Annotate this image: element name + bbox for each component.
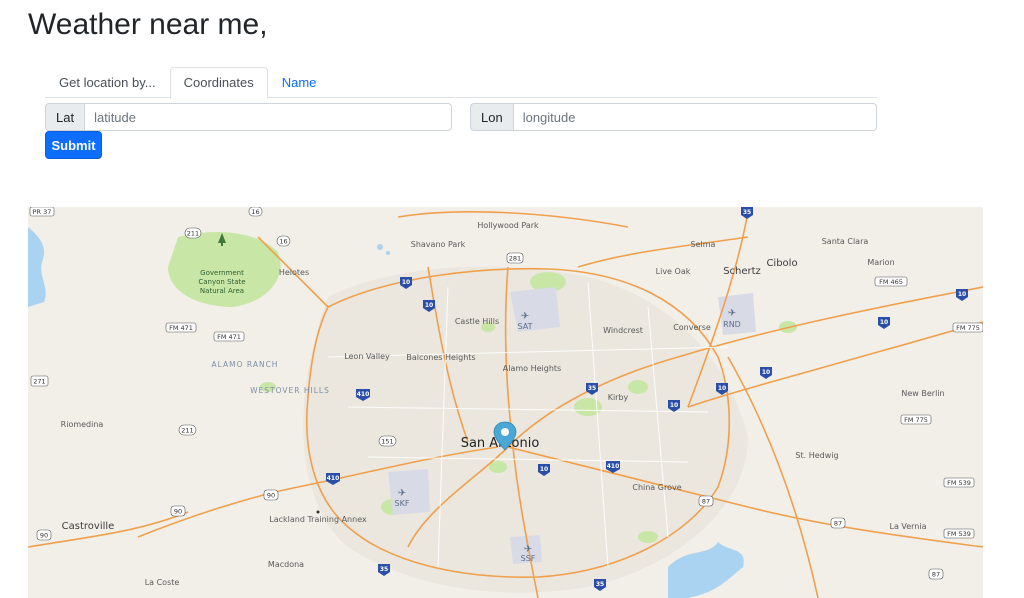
svg-text:151: 151 xyxy=(381,438,393,446)
place-new-berlin: New Berlin xyxy=(901,389,944,398)
svg-text:90: 90 xyxy=(40,532,48,540)
svg-text:10: 10 xyxy=(540,466,548,473)
location-tabs: Get location by... Coordinates Name xyxy=(45,67,877,99)
airport-ssf: SSF xyxy=(521,554,536,563)
lon-input-group: Lon xyxy=(470,103,877,131)
svg-text:10: 10 xyxy=(762,369,770,376)
lat-input-group: Lat xyxy=(45,103,452,131)
svg-text:35: 35 xyxy=(743,209,751,216)
lat-input[interactable] xyxy=(84,103,452,131)
svg-text:16: 16 xyxy=(251,208,259,216)
svg-text:87: 87 xyxy=(932,571,940,579)
submit-button[interactable]: Submit xyxy=(45,131,102,159)
place-castroville: Castroville xyxy=(62,521,115,532)
svg-text:90: 90 xyxy=(174,508,182,516)
map-canvas[interactable]: 10 10 10 10 410 35 10 10 10 410 410 10 3… xyxy=(28,207,983,598)
svg-text:10: 10 xyxy=(718,385,726,392)
svg-text:211: 211 xyxy=(187,230,199,238)
place-helotes: Helotes xyxy=(279,268,309,277)
place-windcrest: Windcrest xyxy=(603,326,643,335)
place-live-oak: Live Oak xyxy=(656,267,691,276)
lon-input[interactable] xyxy=(512,103,877,131)
place-alamo-heights: Alamo Heights xyxy=(503,364,561,373)
place-lackland-training-annex: Lackland Training Annex xyxy=(269,515,367,524)
airplane-icon: ✈ xyxy=(728,308,736,319)
svg-text:410: 410 xyxy=(327,475,340,482)
page-title: Weather near me, xyxy=(28,8,268,41)
lat-label: Lat xyxy=(45,103,85,131)
svg-text:FM 471: FM 471 xyxy=(217,333,241,341)
svg-text:87: 87 xyxy=(834,520,842,528)
tab-get-location-by: Get location by... xyxy=(59,75,156,90)
airport-rnd: RND xyxy=(723,320,741,329)
place-la-coste: La Coste xyxy=(145,578,180,587)
svg-text:410: 410 xyxy=(357,391,370,398)
place-leon-valley: Leon Valley xyxy=(344,352,390,361)
svg-text:35: 35 xyxy=(380,566,388,573)
airplane-icon: ✈ xyxy=(398,488,406,499)
area-alamo-ranch: ALAMO RANCH xyxy=(212,360,279,369)
place-converse: Converse xyxy=(673,323,711,332)
place-balcones-heights: Balcones Heights xyxy=(406,353,475,362)
place-kirby: Kirby xyxy=(608,393,629,402)
svg-text:211: 211 xyxy=(181,427,193,435)
tab-coordinates[interactable]: Coordinates xyxy=(169,67,268,99)
svg-text:90: 90 xyxy=(267,492,275,500)
svg-text:FM 539: FM 539 xyxy=(947,530,971,538)
svg-text:FM 471: FM 471 xyxy=(169,324,193,332)
svg-text:PR 37: PR 37 xyxy=(33,208,52,216)
svg-text:10: 10 xyxy=(880,319,888,326)
svg-text:10: 10 xyxy=(670,402,678,409)
svg-text:35: 35 xyxy=(588,385,596,392)
place-macdona: Macdona xyxy=(268,560,304,569)
svg-text:16: 16 xyxy=(279,238,287,246)
airport-sat: SAT xyxy=(518,322,533,331)
tab-name[interactable]: Name xyxy=(268,67,331,98)
svg-text:271: 271 xyxy=(33,378,45,386)
place-china-grove: China Grove xyxy=(632,483,681,492)
place-shavano-park: Shavano Park xyxy=(411,240,466,249)
lon-label: Lon xyxy=(470,103,513,131)
airport-skf: SKF xyxy=(395,499,410,508)
place-marion: Marion xyxy=(867,258,894,267)
place-santa-clara: Santa Clara xyxy=(822,237,869,246)
svg-text:87: 87 xyxy=(702,498,710,506)
svg-text:FM 539: FM 539 xyxy=(947,479,971,487)
svg-text:281: 281 xyxy=(509,255,521,263)
place-cibolo: Cibolo xyxy=(766,258,797,269)
svg-text:35: 35 xyxy=(596,581,604,588)
map[interactable]: 10 10 10 10 410 35 10 10 10 410 410 10 3… xyxy=(28,207,983,598)
svg-text:10: 10 xyxy=(402,279,410,286)
airplane-icon: ✈ xyxy=(521,311,529,322)
place-st-hedwig: St. Hedwig xyxy=(795,451,838,460)
place-castle-hills: Castle Hills xyxy=(455,317,499,326)
svg-text:10: 10 xyxy=(425,302,433,309)
svg-text:FM 465: FM 465 xyxy=(879,278,903,286)
place-schertz: Schertz xyxy=(723,266,761,277)
svg-text:410: 410 xyxy=(607,463,620,470)
place-riomedina: Riomedina xyxy=(61,420,104,429)
place-hollywood-park: Hollywood Park xyxy=(477,221,539,230)
place-la-vernia: La Vernia xyxy=(889,522,926,531)
svg-text:FM 775: FM 775 xyxy=(904,416,928,424)
svg-text:FM 775: FM 775 xyxy=(956,324,980,332)
park-name: Government Canyon State Natural Area xyxy=(198,269,245,295)
area-westover-hills: WESTOVER HILLS xyxy=(250,386,330,395)
svg-text:10: 10 xyxy=(958,291,966,298)
place-selma: Selma xyxy=(691,240,716,249)
